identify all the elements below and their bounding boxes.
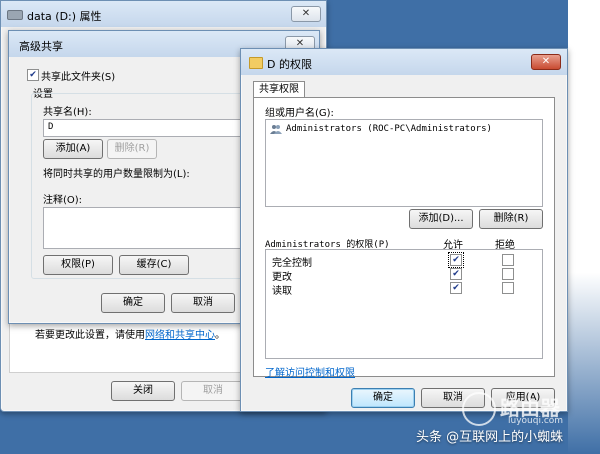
table-row: 完全控制 ✔ <box>266 252 542 269</box>
permissions-list: 完全控制 ✔ 更改 ✔ 读取 ✔ <box>265 249 543 359</box>
share-name-label: 共享名(H): <box>43 107 92 118</box>
properties-cancel-button[interactable]: 取消 <box>181 381 245 401</box>
watermark-domain: luyouqi.com <box>508 416 564 426</box>
allow-full-control-checkbox[interactable]: ✔ <box>448 252 464 268</box>
permissions-window: D 的权限 ✕ 共享权限 组或用户名(G): Administrators (R… <box>240 48 568 412</box>
folder-icon <box>249 57 263 69</box>
router-logo-icon <box>462 392 496 426</box>
deny-read-checkbox[interactable] <box>502 282 514 294</box>
permission-name: 读取 <box>272 286 292 297</box>
tab-share-permissions[interactable]: 共享权限 <box>253 81 305 98</box>
network-sharing-center-link[interactable]: 网络和共享中心 <box>145 330 215 341</box>
share-name-value: D <box>48 122 54 132</box>
network-sharing-note: 若要更改此设置，请使用网络和共享中心。 <box>35 330 225 341</box>
add-user-button[interactable]: 添加(D)... <box>409 209 473 229</box>
share-folder-checkbox[interactable]: ✔ <box>27 69 39 81</box>
group-users-label: 组或用户名(G): <box>265 108 334 119</box>
drive-icon <box>7 10 23 20</box>
add-share-button[interactable]: 添加(A) <box>43 139 103 159</box>
permissions-button[interactable]: 权限(P) <box>43 255 113 275</box>
share-folder-label: 共享此文件夹(S) <box>41 72 116 83</box>
deny-change-checkbox[interactable] <box>502 268 514 280</box>
users-group-icon <box>270 124 282 134</box>
list-item[interactable]: Administrators (ROC-PC\Administrators) <box>270 123 492 134</box>
comment-label: 注释(O): <box>43 195 83 206</box>
desktop-background <box>568 0 600 454</box>
watermark-credit: 头条 @互联网上的小蜘蛛 <box>416 430 564 445</box>
advanced-cancel-button[interactable]: 取消 <box>171 293 235 313</box>
permissions-titlebar[interactable]: D 的权限 ✕ <box>241 49 567 75</box>
permissions-title: D 的权限 <box>267 58 312 71</box>
access-control-help-link[interactable]: 了解访问控制和权限 <box>265 364 355 379</box>
deny-full-control-checkbox[interactable] <box>502 254 514 266</box>
properties-close-button[interactable]: ✕ <box>291 6 321 22</box>
properties-title: data (D:) 属性 <box>27 10 102 23</box>
remove-user-button[interactable]: 删除(R) <box>479 209 543 229</box>
user-entry-label: Administrators (ROC-PC\Administrators) <box>286 124 492 134</box>
watermark-logo: 路由器 luyouqi.com <box>462 392 592 426</box>
allow-change-checkbox[interactable]: ✔ <box>450 268 462 280</box>
user-limit-label: 将同时共享的用户数量限制为(L): <box>43 169 190 180</box>
table-row: 读取 ✔ <box>266 281 542 297</box>
advanced-ok-button[interactable]: 确定 <box>101 293 165 313</box>
caching-button[interactable]: 缓存(C) <box>119 255 189 275</box>
properties-titlebar[interactable]: data (D:) 属性 ✕ <box>1 1 326 27</box>
users-list[interactable]: Administrators (ROC-PC\Administrators) <box>265 119 543 207</box>
allow-read-checkbox[interactable]: ✔ <box>450 282 462 294</box>
table-row: 更改 ✔ <box>266 267 542 283</box>
permissions-close-button[interactable]: ✕ <box>531 54 561 70</box>
permissions-ok-button[interactable]: 确定 <box>351 388 415 408</box>
tab-share-permissions-label: 共享权限 <box>259 84 299 95</box>
properties-close-action-button[interactable]: 关闭 <box>111 381 175 401</box>
advanced-sharing-title: 高级共享 <box>19 40 63 53</box>
remove-share-button[interactable]: 删除(R) <box>107 139 157 159</box>
